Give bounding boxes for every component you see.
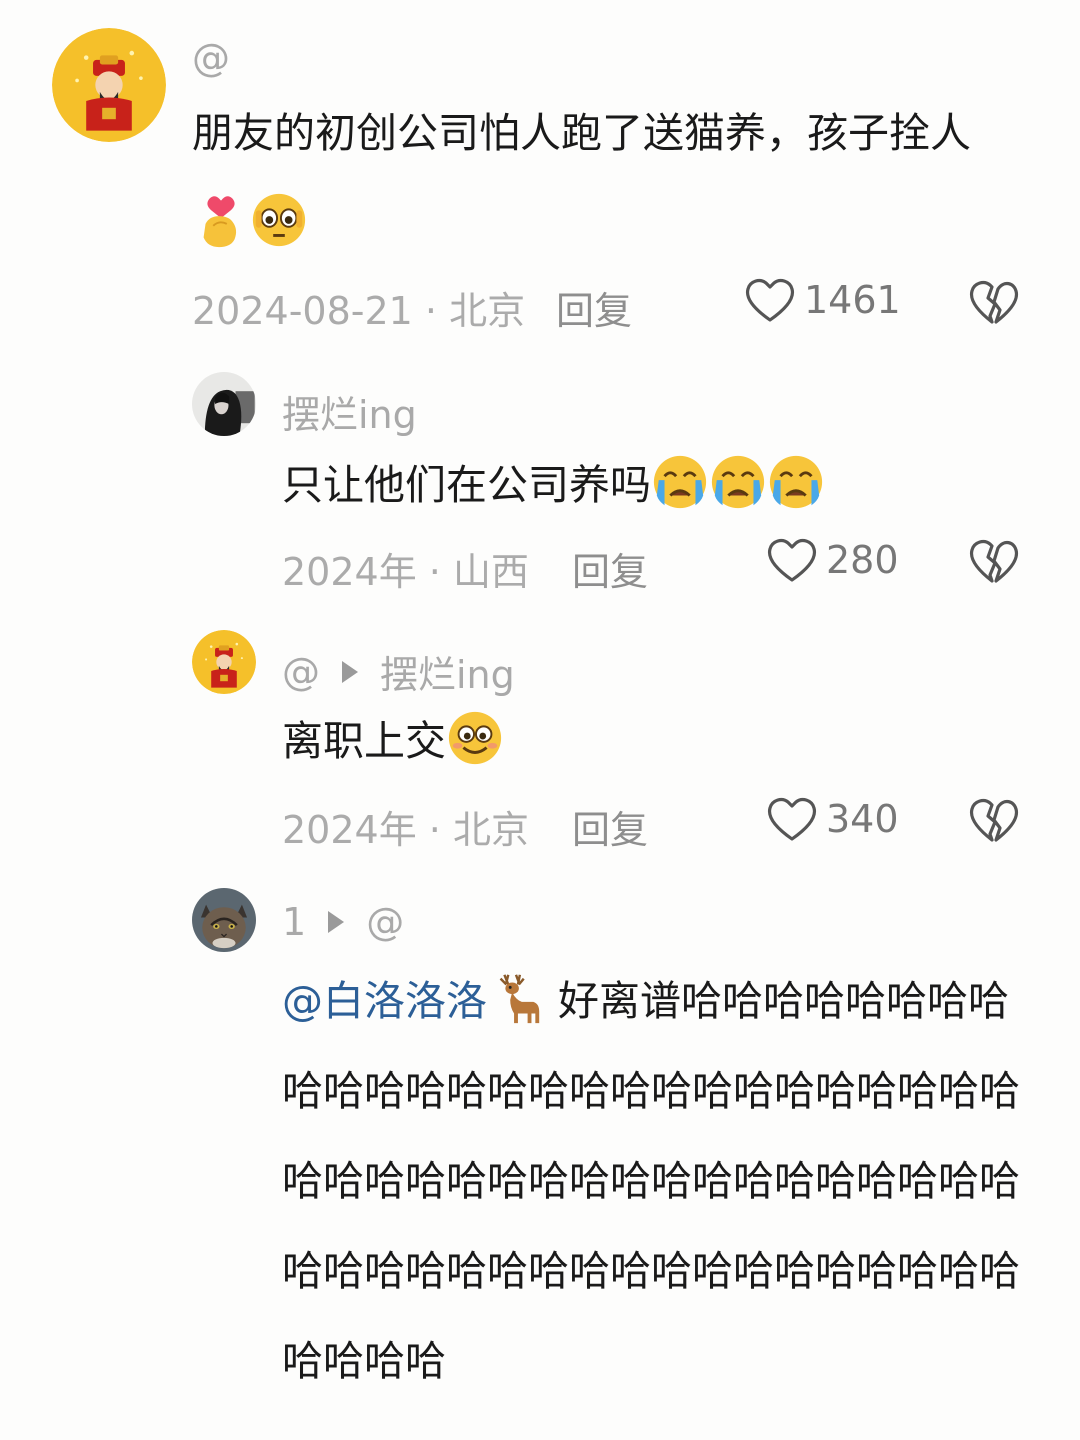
mention-link[interactable]: @白洛洛洛	[282, 977, 487, 1025]
like-count: 1461	[804, 278, 901, 322]
reply-button[interactable]: 回复	[572, 799, 648, 854]
pleading-face-emoji	[250, 191, 308, 249]
comment-meta: 2024-08-21 · 北京	[192, 289, 526, 333]
avatar[interactable]	[192, 372, 256, 436]
like-button[interactable]: 1461	[744, 276, 901, 324]
crying-face-emoji	[651, 453, 709, 511]
reply-text-body: 离职上交	[282, 717, 446, 765]
reply-username[interactable]: 摆烂ing	[282, 384, 417, 439]
heart-icon	[766, 536, 818, 584]
reply-to-username[interactable]: 摆烂ing	[380, 644, 515, 699]
reply-arrow-icon	[328, 911, 345, 933]
reply-username[interactable]: @	[282, 650, 320, 694]
dislike-button[interactable]	[968, 537, 1020, 585]
reply-meta: 2024年 · 山西	[282, 550, 529, 594]
comment-text-body: 朋友的初创公司怕人跑了送猫养，孩子拴人	[192, 109, 971, 157]
reply-text: @白洛洛洛 好离谱哈哈哈哈哈哈哈哈哈哈哈哈哈哈哈哈哈哈哈哈哈哈哈哈哈哈哈哈哈哈哈…	[282, 956, 1032, 1406]
deer-emoji	[487, 969, 545, 1027]
avatar[interactable]	[52, 28, 166, 142]
reply-username[interactable]: 1	[282, 900, 306, 944]
like-count: 340	[826, 797, 899, 841]
reply-username-line: @ 摆烂ing	[282, 644, 515, 699]
reply-text: 只让他们在公司养吗	[282, 440, 1042, 530]
reply-meta: 2024年 · 北京	[282, 808, 529, 852]
comment-text: 朋友的初创公司怕人跑了送猫养，孩子拴人	[192, 88, 1022, 268]
reply-arrow-icon	[342, 660, 358, 683]
like-count: 280	[826, 538, 899, 582]
silly-face-emoji	[446, 709, 504, 767]
comment-item: @ 朋友的初创公司怕人跑了送猫养，孩子拴人 2024-08-21 · 北京 回复…	[0, 0, 1080, 340]
heart-icon	[744, 276, 796, 324]
reply-button[interactable]: 回复	[556, 280, 632, 335]
avatar[interactable]	[192, 888, 256, 952]
like-button[interactable]: 340	[766, 795, 899, 843]
dislike-button[interactable]	[968, 796, 1020, 844]
broken-heart-icon	[968, 278, 1020, 326]
reply-username-line: 1 @	[282, 900, 404, 944]
finger-heart-emoji	[192, 191, 250, 249]
reply-text: 离职上交	[282, 696, 1042, 786]
dislike-button[interactable]	[968, 278, 1020, 326]
broken-heart-icon	[968, 537, 1020, 585]
like-button[interactable]: 280	[766, 536, 899, 584]
broken-heart-icon	[968, 796, 1020, 844]
reply-text-body: 好离谱哈哈哈哈哈哈哈哈哈哈哈哈哈哈哈哈哈哈哈哈哈哈哈哈哈哈哈哈哈哈哈哈哈哈哈哈哈…	[282, 977, 1020, 1385]
heart-icon	[766, 795, 818, 843]
reply-button[interactable]: 回复	[572, 541, 648, 596]
crying-face-emoji	[709, 453, 767, 511]
reply-text-body: 只让他们在公司养吗	[282, 461, 651, 509]
crying-face-emoji	[767, 453, 825, 511]
comment-username[interactable]: @	[192, 36, 230, 80]
reply-to-username[interactable]: @	[366, 900, 404, 944]
avatar[interactable]	[192, 630, 256, 694]
